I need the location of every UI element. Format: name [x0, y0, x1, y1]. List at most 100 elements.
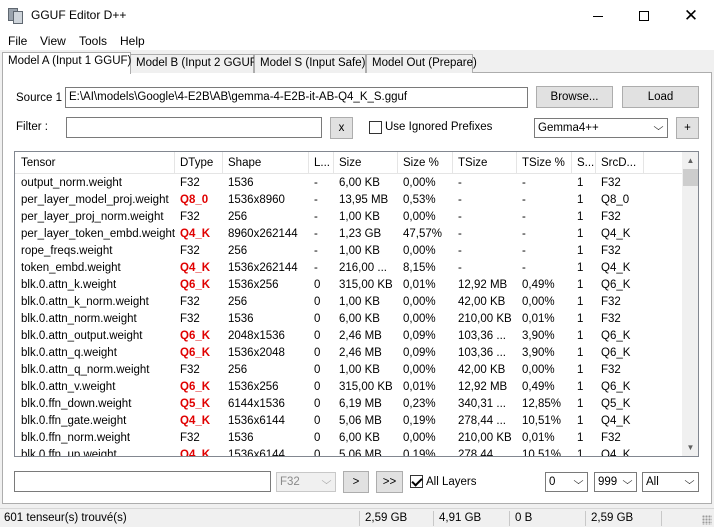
next-button[interactable]: >	[343, 471, 369, 493]
scroll-thumb[interactable]	[683, 169, 698, 186]
table-row[interactable]: token_embd.weight Q4_K 1536x262144 - 216,00 …	[15, 260, 683, 277]
tab-model-a[interactable]: Model A (Input 1 GGUF)	[2, 52, 131, 74]
menu-bar: File View Tools Help	[0, 31, 714, 50]
table-row[interactable]: output_norm.weight F32 1536 - 6,00 KB 0,00% - -…	[15, 175, 683, 192]
scope-select[interactable]: All	[642, 472, 699, 492]
load-button[interactable]: Load	[622, 86, 699, 108]
cell-tensor: blk.0.attn_q.weight	[21, 347, 117, 359]
table-row[interactable]: per_layer_model_proj.weight Q8_0 1536x8960…	[15, 192, 683, 209]
cell-shape: 256	[228, 364, 248, 376]
menu-tools[interactable]: Tools	[79, 34, 107, 48]
cell-dtype: F32	[180, 245, 200, 257]
col-tensor[interactable]: Tensor	[15, 152, 175, 174]
menu-file[interactable]: File	[8, 34, 27, 48]
add-prefix-button[interactable]: +	[676, 117, 699, 139]
layer-to-value: 999	[598, 476, 618, 488]
cell-tensor: blk.0.attn_norm.weight	[21, 313, 137, 325]
source-path-field[interactable]: E:\AI\models\Google\4-E2B\AB\gemma-4-E2B…	[65, 87, 528, 108]
cell-tensor: blk.0.ffn_down.weight	[21, 398, 132, 410]
cell-tensor: per_layer_proj_norm.weight	[21, 211, 164, 223]
minimize-button[interactable]	[575, 0, 621, 31]
all-layers-checkbox[interactable]	[410, 475, 423, 488]
table-row[interactable]: blk.0.attn_q_norm.weight F32 256 0 1,00 KB 0,…	[15, 362, 683, 379]
vertical-scrollbar[interactable]: ▲ ▼	[682, 152, 698, 456]
table-row[interactable]: rope_freqs.weight F32 256 - 1,00 KB 0,00% - - 1 F…	[15, 243, 683, 260]
cell-source: 1	[577, 381, 584, 393]
layer-from-value: 0	[549, 476, 556, 488]
cell-size: 1,00 KB	[339, 211, 380, 223]
cell-dtype: F32	[180, 432, 200, 444]
cell-source: 1	[577, 449, 584, 457]
last-button[interactable]: >>	[376, 471, 403, 493]
table-row[interactable]: blk.0.ffn_up.weight Q4_K 1536x6144 0 5,06 MB…	[15, 447, 683, 457]
tab-model-b[interactable]: Model B (Input 2 GGUF)	[130, 54, 261, 73]
close-button[interactable]: ✕	[668, 0, 714, 31]
layer-from-select[interactable]: 0	[545, 472, 588, 492]
col-tsize-pct[interactable]: TSize %	[517, 152, 572, 174]
cell-size: 6,19 MB	[339, 398, 382, 410]
table-row[interactable]: blk.0.attn_output.weight Q6_K 2048x1536 0 2,…	[15, 328, 683, 345]
cell-dtype: F32	[180, 296, 200, 308]
cell-src-dtype: F32	[601, 313, 621, 325]
table-row[interactable]: blk.0.ffn_norm.weight F32 1536 0 6,00 KB 0,00…	[15, 430, 683, 447]
cell-tsize-pct: 10,51%	[522, 449, 562, 457]
cell-size-pct: 0,00%	[403, 211, 436, 223]
table-row[interactable]: blk.0.attn_v.weight Q6_K 1536x256 0 315,00 K…	[15, 379, 683, 396]
status-size-out: 2,59 GB	[588, 511, 662, 526]
table-row[interactable]: blk.0.attn_norm.weight F32 1536 0 6,00 KB 0,0…	[15, 311, 683, 328]
cell-tsize-pct: 0,01%	[522, 313, 555, 325]
rename-input[interactable]	[14, 471, 271, 492]
col-size[interactable]: Size	[334, 152, 398, 174]
cell-shape: 6144x1536	[228, 398, 285, 410]
browse-button[interactable]: Browse...	[536, 86, 613, 108]
col-layer[interactable]: L...	[309, 152, 334, 174]
cell-tensor: blk.0.attn_k_norm.weight	[21, 296, 149, 308]
col-src-dtype[interactable]: SrcD...	[596, 152, 644, 174]
cell-dtype: Q6_K	[180, 330, 211, 342]
table-row[interactable]: blk.0.attn_q.weight Q6_K 1536x2048 0 2,46 MB…	[15, 345, 683, 362]
cell-layer: 0	[314, 364, 321, 376]
col-tsize[interactable]: TSize	[453, 152, 517, 174]
menu-view[interactable]: View	[40, 34, 66, 48]
cell-src-dtype: F32	[601, 245, 621, 257]
table-row[interactable]: per_layer_token_embd.weight Q4_K 8960x2621…	[15, 226, 683, 243]
layer-to-select[interactable]: 999	[594, 472, 637, 492]
filter-label: Filter :	[16, 121, 48, 133]
resize-grip-icon[interactable]	[702, 515, 712, 525]
cell-shape: 256	[228, 245, 248, 257]
table-row[interactable]: blk.0.attn_k.weight Q6_K 1536x256 0 315,00 K…	[15, 277, 683, 294]
table-row[interactable]: blk.0.attn_k_norm.weight F32 256 0 1,00 KB 0,…	[15, 294, 683, 311]
cell-tsize: 210,00 KB	[458, 313, 512, 325]
arch-select[interactable]: Gemma4++	[534, 118, 668, 138]
chevron-down-icon	[573, 476, 584, 485]
cell-tsize: -	[458, 262, 462, 274]
tab-model-out[interactable]: Model Out (Prepare)	[366, 54, 477, 73]
cell-layer: 0	[314, 432, 321, 444]
cell-tsize: 42,00 KB	[458, 296, 506, 308]
scope-select-value: All	[646, 476, 659, 488]
maximize-button[interactable]	[621, 0, 667, 31]
col-source[interactable]: S...	[572, 152, 596, 174]
scroll-down-icon[interactable]: ▼	[682, 439, 698, 456]
cell-tensor: output_norm.weight	[21, 177, 123, 189]
cell-src-dtype: Q6_K	[601, 381, 631, 393]
col-shape[interactable]: Shape	[223, 152, 309, 174]
cell-tensor: blk.0.ffn_gate.weight	[21, 415, 127, 427]
table-row[interactable]: per_layer_proj_norm.weight F32 256 - 1,00 KB…	[15, 209, 683, 226]
dtype-select[interactable]: F32	[276, 472, 336, 492]
col-size-pct[interactable]: Size %	[398, 152, 453, 174]
table-row[interactable]: blk.0.ffn_down.weight Q5_K 6144x1536 0 6,19 …	[15, 396, 683, 413]
cell-size-pct: 0,00%	[403, 313, 436, 325]
ignored-prefixes-checkbox[interactable]	[369, 121, 382, 134]
cell-layer: 0	[314, 313, 321, 325]
cell-tsize: 103,36 ...	[458, 330, 506, 342]
filter-input[interactable]	[66, 117, 322, 138]
chevron-down-icon	[622, 476, 633, 485]
scroll-up-icon[interactable]: ▲	[682, 152, 698, 169]
table-row[interactable]: blk.0.ffn_gate.weight Q4_K 1536x6144 0 5,06 …	[15, 413, 683, 430]
menu-help[interactable]: Help	[120, 34, 145, 48]
clear-filter-button[interactable]: x	[330, 117, 353, 139]
cell-dtype: Q6_K	[180, 279, 211, 291]
tab-model-s[interactable]: Model S (Input Safe)	[254, 54, 366, 73]
col-dtype[interactable]: DType	[175, 152, 223, 174]
